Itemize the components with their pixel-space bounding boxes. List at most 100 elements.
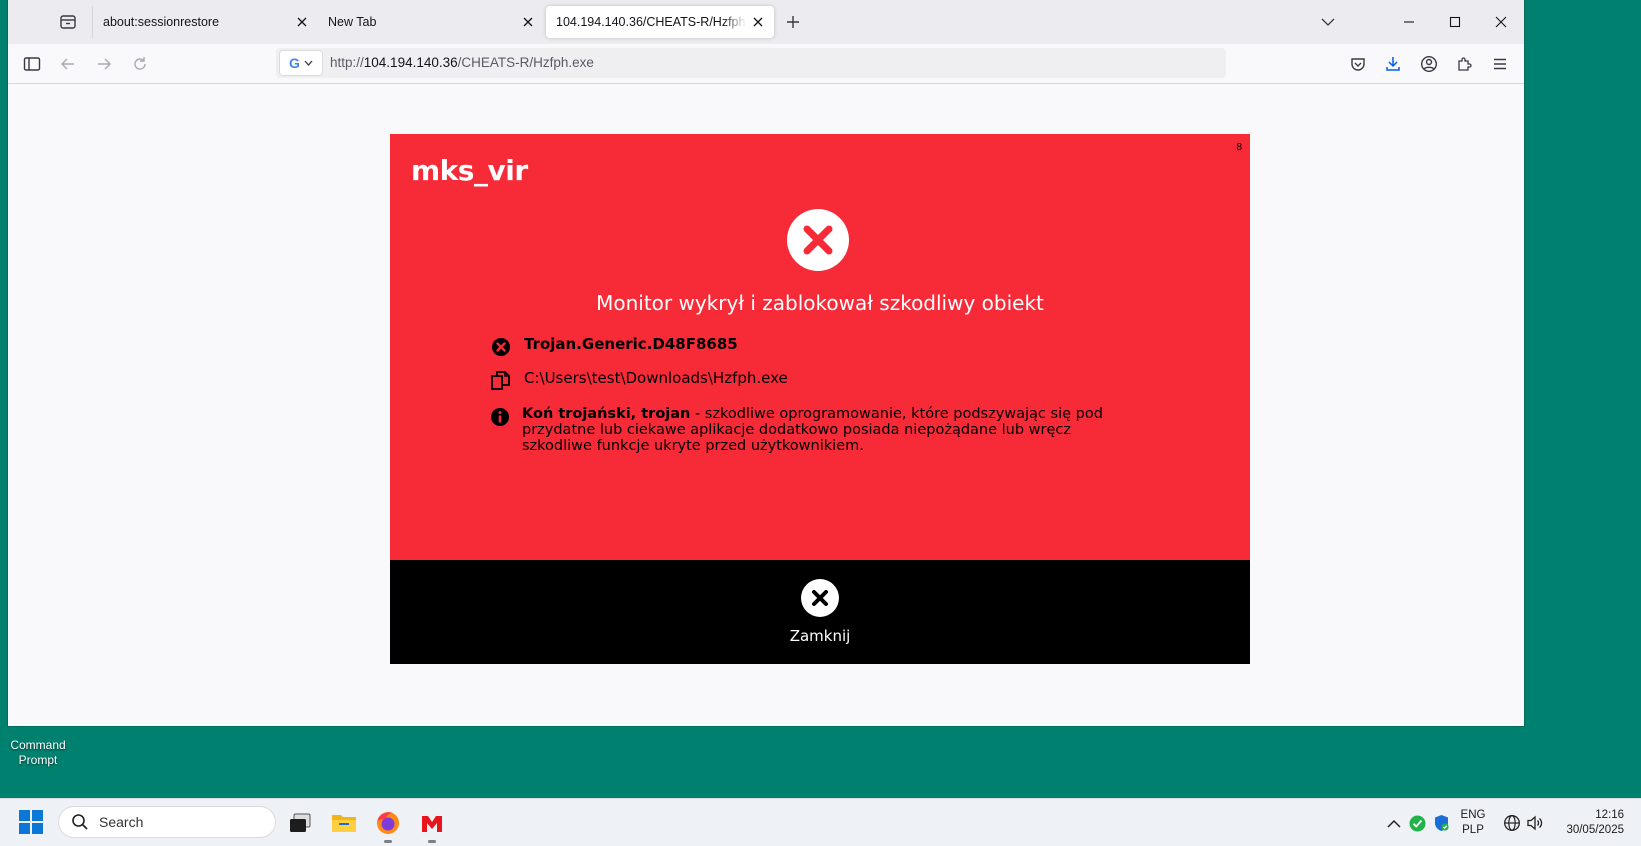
tab-close-button[interactable] <box>516 10 540 34</box>
security-shield-icon <box>1434 815 1449 831</box>
reload-button[interactable] <box>128 52 152 76</box>
close-bar: Zamknij <box>390 560 1250 664</box>
start-button[interactable] <box>18 809 44 835</box>
tab-close-button[interactable] <box>746 10 770 34</box>
threat-name: Trojan.Generic.D48F8685 <box>524 335 738 353</box>
tab-title: 104.194.140.36/CHEATS-R/Hzfph.exe <box>556 15 746 29</box>
taskbar-file-explorer[interactable] <box>328 807 360 839</box>
tab-title: about:sessionrestore <box>103 15 220 29</box>
sidebar-icon <box>23 57 41 71</box>
threat-name-row: Trojan.Generic.D48F8685 <box>490 336 738 358</box>
info-icon <box>490 406 510 428</box>
clock-time: 12:16 <box>1595 809 1624 821</box>
puzzle-icon <box>1458 57 1472 71</box>
tray-volume[interactable] <box>1523 799 1547 846</box>
notification-counter: 8 <box>1236 142 1242 153</box>
firefox-view-button[interactable] <box>56 10 80 34</box>
tray-network[interactable] <box>1500 799 1524 846</box>
url-text[interactable]: http://104.194.140.36/CHEATS-R/Hzfph.exe <box>330 55 594 70</box>
threat-description: Koń trojański, trojan - szkodliwe oprogr… <box>522 406 1130 454</box>
extensions-button[interactable] <box>1452 52 1476 76</box>
pocket-button[interactable] <box>1346 52 1370 76</box>
alert-title: Monitor wykrył i zablokował szkodliwy ob… <box>596 291 1044 315</box>
threat-description-row: Koń trojański, trojan - szkodliwe oprogr… <box>490 406 1130 454</box>
google-icon: G <box>289 55 300 71</box>
taskbar-clock[interactable]: 12:16 30/05/2025 <box>1548 799 1624 846</box>
new-tab-button[interactable] <box>781 10 805 34</box>
task-view-button[interactable] <box>284 807 316 839</box>
running-indicator <box>384 840 392 843</box>
alert-panel: mks_vir 8 Monitor wykrył i zablokował sz… <box>390 134 1250 560</box>
firefox-icon <box>377 812 399 834</box>
back-button[interactable] <box>56 52 80 76</box>
language-code: ENG <box>1460 809 1486 821</box>
close-icon <box>1495 16 1507 28</box>
threat-description-term: Koń trojański, trojan <box>522 406 691 422</box>
url-scheme: http:// <box>330 55 364 70</box>
taskbar-mks-vir[interactable] <box>416 807 448 843</box>
green-check-shield-icon <box>1409 815 1425 831</box>
show-hidden-icons-button[interactable] <box>1382 799 1406 846</box>
close-icon <box>812 590 828 606</box>
speaker-icon <box>1527 815 1543 831</box>
page-content: mks_vir 8 Monitor wykrył i zablokował sz… <box>8 84 1524 726</box>
minimize-icon <box>1404 21 1414 23</box>
threat-x-icon <box>490 336 512 358</box>
tab-active-download[interactable]: 104.194.140.36/CHEATS-R/Hzfph.exe <box>546 6 774 38</box>
clock-date: 30/05/2025 <box>1566 824 1624 836</box>
arrow-left-icon <box>61 58 74 70</box>
windows-logo-icon <box>19 810 43 834</box>
downloads-button[interactable] <box>1381 52 1405 76</box>
file-path: C:\Users\test\Downloads\Hzfph.exe <box>524 369 788 387</box>
navigation-toolbar: G http://104.194.140.36/CHEATS-R/Hzfph.e… <box>8 44 1524 84</box>
file-path-row: C:\Users\test\Downloads\Hzfph.exe <box>490 370 788 392</box>
tab-new-tab[interactable]: New Tab <box>318 6 544 38</box>
account-icon <box>1420 55 1438 73</box>
mks-vir-logo: mks_vir <box>411 154 528 187</box>
files-icon <box>490 370 512 392</box>
tray-vpn[interactable] <box>1406 799 1428 846</box>
minimize-button[interactable] <box>1395 8 1423 36</box>
url-path: /CHEATS-R/Hzfph.exe <box>457 55 594 70</box>
chevron-up-icon <box>1387 819 1401 828</box>
taskbar-firefox[interactable] <box>372 807 404 843</box>
download-icon <box>1386 57 1400 71</box>
hamburger-menu-icon <box>1494 58 1506 70</box>
account-button[interactable] <box>1417 52 1441 76</box>
forward-button[interactable] <box>92 52 116 76</box>
task-view-icon <box>290 813 311 832</box>
tray-security[interactable] <box>1430 799 1452 846</box>
app-menu-button[interactable] <box>1488 52 1512 76</box>
close-icon <box>297 17 307 27</box>
globe-network-icon <box>1504 815 1520 831</box>
arrow-right-icon <box>98 58 111 70</box>
input-language-indicator[interactable]: ENG PLP <box>1458 799 1488 846</box>
plus-icon <box>787 16 799 28</box>
maximize-button[interactable] <box>1441 8 1469 36</box>
chevron-down-icon <box>1321 18 1335 26</box>
threat-blocked-icon <box>787 209 849 271</box>
close-icon <box>753 17 763 27</box>
search-engine-button[interactable]: G <box>279 50 323 76</box>
close-dialog-label[interactable]: Zamknij <box>390 627 1250 645</box>
url-host: 104.194.140.36 <box>363 55 458 70</box>
taskbar-search-box[interactable]: Search <box>58 806 276 838</box>
address-bar[interactable]: G http://104.194.140.36/CHEATS-R/Hzfph.e… <box>276 48 1226 78</box>
file-explorer-icon <box>332 815 356 832</box>
tab-close-button[interactable] <box>290 10 314 34</box>
maximize-icon <box>1449 16 1461 28</box>
close-window-button[interactable] <box>1487 8 1515 36</box>
tab-bar: about:sessionrestore New Tab 104.194.140… <box>8 0 1524 44</box>
search-icon <box>72 814 88 830</box>
sidebar-toggle-button[interactable] <box>20 52 44 76</box>
list-all-tabs-button[interactable] <box>1314 8 1342 36</box>
taskbar: Search ENG PLP 12:16 30/05/2025 <box>0 798 1641 846</box>
close-dialog-button[interactable] <box>801 579 839 617</box>
browser-window: about:sessionrestore New Tab 104.194.140… <box>8 0 1524 726</box>
running-indicator <box>428 840 436 843</box>
firefox-view-icon <box>60 15 76 29</box>
keyboard-layout: PLP <box>1462 824 1484 836</box>
reload-icon <box>134 57 146 70</box>
tab-sessionrestore[interactable]: about:sessionrestore <box>92 6 318 38</box>
pocket-icon <box>1351 58 1365 71</box>
